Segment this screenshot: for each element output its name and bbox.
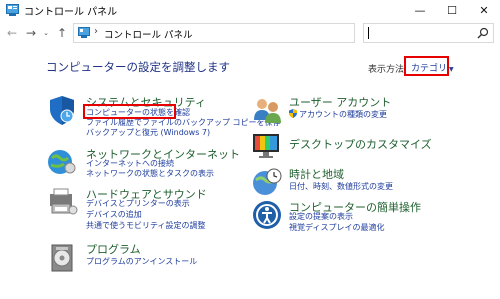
category-network-internet: ネットワークとインターネット インターネットへの接続 ネットワークの状態とタスク… <box>46 146 246 186</box>
view-by-label: 表示方法: <box>368 65 408 75</box>
breadcrumb-separator: › <box>94 26 98 37</box>
page-title: コンピューターの設定を調整します <box>46 60 230 74</box>
title-bar: コントロール パネル — ☐ ✕ <box>0 0 500 21</box>
programs-icon[interactable] <box>46 241 78 273</box>
back-arrow-icon: ← <box>6 26 18 40</box>
network-icon[interactable] <box>46 146 78 178</box>
link-connect-internet[interactable]: インターネットへの接続 <box>86 159 174 169</box>
chevron-down-icon: ⌄ <box>43 29 49 37</box>
category-programs: プログラム プログラムのアンインストール <box>46 241 246 277</box>
category-appearance: デスクトップのカスタマイズ <box>251 130 481 162</box>
category-title-clock[interactable]: 時計と地域 <box>289 166 344 182</box>
control-panel-icon <box>78 27 90 38</box>
text-cursor <box>368 27 369 39</box>
minimize-icon: — <box>414 4 426 17</box>
category-ease-of-access: コンピューターの簡単操作 設定の提案の表示 視覚ディスプレイの最適化 <box>251 199 481 235</box>
desktop-customize-icon[interactable] <box>251 130 283 162</box>
clock-globe-icon[interactable] <box>251 166 283 198</box>
user-accounts-icon[interactable] <box>251 94 283 126</box>
uac-shield-icon <box>289 109 297 118</box>
link-change-account-type-label: アカウントの種類の変更 <box>299 110 387 119</box>
link-change-account-type[interactable]: アカウントの種類の変更 <box>289 109 387 120</box>
link-network-status[interactable]: ネットワークの状態とタスクの表示 <box>86 169 214 179</box>
breadcrumb[interactable]: コントロール パネル <box>104 27 193 41</box>
up-button[interactable]: ↑ <box>55 25 69 41</box>
back-button[interactable]: ← <box>5 25 19 41</box>
forward-button[interactable]: → <box>24 25 38 41</box>
address-input[interactable]: › コントロール パネル ⌄ ↻ <box>73 23 414 43</box>
view-by-value: カテゴリ <box>411 64 448 74</box>
address-bar-row: ← → ⌄ ↑ › コントロール パネル ⌄ ↻ <box>0 21 500 45</box>
forward-arrow-icon: → <box>25 26 37 40</box>
search-input[interactable] <box>363 23 494 43</box>
maximize-button[interactable]: ☐ <box>436 0 468 21</box>
category-clock-region: 時計と地域 日付、時刻、数値形式の変更 <box>251 166 481 198</box>
up-arrow-icon: ↑ <box>56 26 68 40</box>
category-title-programs[interactable]: プログラム <box>86 241 141 257</box>
category-user-accounts: ユーザー アカウント アカウントの種類の変更 <box>251 94 481 126</box>
link-mobility-settings[interactable]: 共通で使うモビリティ設定の調整 <box>86 221 206 231</box>
view-by-dropdown[interactable]: カテゴリ ▼ <box>404 56 454 76</box>
link-add-device[interactable]: デバイスの追加 <box>86 210 142 220</box>
minimize-button[interactable]: — <box>404 0 436 21</box>
recent-locations-button[interactable]: ⌄ <box>41 25 51 41</box>
link-optimize-display[interactable]: 視覚ディスプレイの最適化 <box>289 223 384 233</box>
category-system-security: システムとセキュリティ コンピューターの状態を確認 ファイル履歴でファイルのバッ… <box>46 94 281 146</box>
shield-icon[interactable] <box>46 94 78 126</box>
control-panel-icon <box>6 4 19 16</box>
link-uninstall-program[interactable]: プログラムのアンインストール <box>86 257 197 267</box>
dropdown-caret-icon: ▼ <box>449 66 454 73</box>
link-suggested-settings[interactable]: 設定の提案の表示 <box>289 212 353 222</box>
window-title: コントロール パネル <box>24 7 118 18</box>
link-devices-printers[interactable]: デバイスとプリンターの表示 <box>86 199 190 209</box>
ease-of-access-icon[interactable] <box>251 199 283 231</box>
close-button[interactable]: ✕ <box>468 0 500 21</box>
link-change-date-time[interactable]: 日付、時刻、数値形式の変更 <box>289 182 393 192</box>
category-title-appearance[interactable]: デスクトップのカスタマイズ <box>289 136 432 152</box>
category-title-accounts[interactable]: ユーザー アカウント <box>289 94 391 110</box>
category-hardware-sound: ハードウェアとサウンド デバイスとプリンターの表示 デバイスの追加 共通で使うモ… <box>46 186 246 232</box>
highlight-box <box>83 104 176 119</box>
search-icon <box>477 27 489 39</box>
link-backup-restore[interactable]: バックアップと復元 (Windows 7) <box>86 128 210 138</box>
maximize-icon: ☐ <box>447 4 457 17</box>
close-icon: ✕ <box>479 4 489 17</box>
printer-icon[interactable] <box>46 186 78 218</box>
